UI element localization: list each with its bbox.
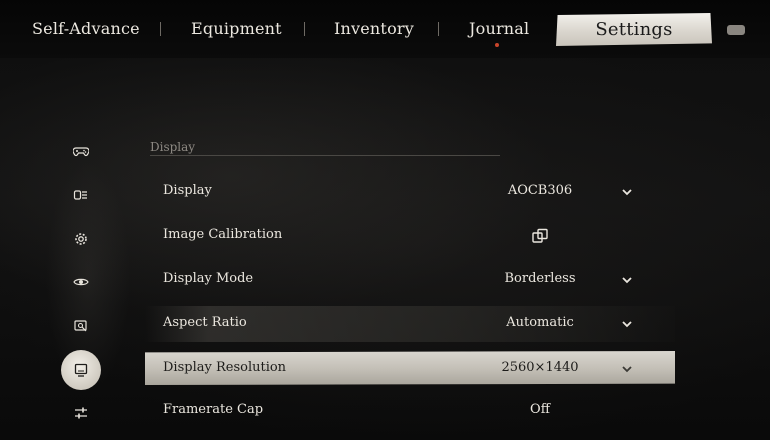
top-nav: Self-Advance Equipment Inventory Journal… bbox=[0, 0, 770, 58]
setting-label: Display bbox=[163, 183, 212, 198]
setting-row-display-resolution[interactable]: Display Resolution 2560×1440 bbox=[145, 351, 675, 385]
setting-row-framerate-cap[interactable]: Framerate Cap Off bbox=[145, 393, 675, 429]
section-title: Display bbox=[150, 140, 196, 154]
setting-row-display-mode[interactable]: Display Mode Borderless bbox=[145, 262, 675, 298]
setting-label: Image Calibration bbox=[163, 227, 283, 242]
setting-label: Display Resolution bbox=[163, 360, 287, 375]
setting-value: AOCB306 bbox=[507, 183, 573, 198]
controls-icon[interactable] bbox=[66, 180, 96, 210]
eye-icon[interactable] bbox=[66, 267, 96, 297]
tab-separator bbox=[438, 22, 439, 36]
tab-equipment[interactable]: Equipment bbox=[191, 19, 282, 41]
chevron-down-icon[interactable] bbox=[620, 362, 634, 376]
chevron-down-icon[interactable] bbox=[620, 317, 634, 331]
setting-label: Display Mode bbox=[163, 271, 254, 286]
open-window-icon[interactable] bbox=[531, 227, 549, 245]
gamepad-icon[interactable] bbox=[66, 136, 96, 166]
notification-dot bbox=[495, 43, 499, 47]
tab-separator bbox=[160, 22, 161, 36]
gear-icon[interactable] bbox=[66, 224, 96, 254]
setting-row-image-calibration[interactable]: Image Calibration bbox=[145, 218, 675, 254]
setting-value: Off bbox=[530, 402, 550, 417]
setting-label: Aspect Ratio bbox=[163, 315, 247, 330]
setting-value: Borderless bbox=[504, 271, 576, 286]
search-screen-icon[interactable] bbox=[66, 311, 96, 341]
chevron-down-icon[interactable] bbox=[620, 185, 634, 199]
tab-journal[interactable]: Journal bbox=[469, 19, 529, 41]
sliders-icon[interactable] bbox=[66, 398, 96, 428]
tab-separator bbox=[304, 22, 305, 36]
setting-value: Automatic bbox=[506, 315, 574, 330]
chevron-down-icon[interactable] bbox=[620, 273, 634, 287]
setting-row-display[interactable]: Display AOCB306 bbox=[145, 174, 675, 210]
controller-button-icon bbox=[727, 25, 745, 35]
setting-value: 2560×1440 bbox=[501, 360, 579, 375]
tab-inventory[interactable]: Inventory bbox=[334, 19, 414, 41]
section-divider bbox=[150, 155, 500, 156]
setting-label: Framerate Cap bbox=[163, 402, 264, 417]
setting-row-aspect-ratio[interactable]: Aspect Ratio Automatic bbox=[145, 306, 675, 342]
tab-settings[interactable]: Settings bbox=[556, 13, 712, 46]
tab-self-advance[interactable]: Self-Advance bbox=[32, 19, 140, 41]
display-icon[interactable] bbox=[61, 350, 101, 390]
